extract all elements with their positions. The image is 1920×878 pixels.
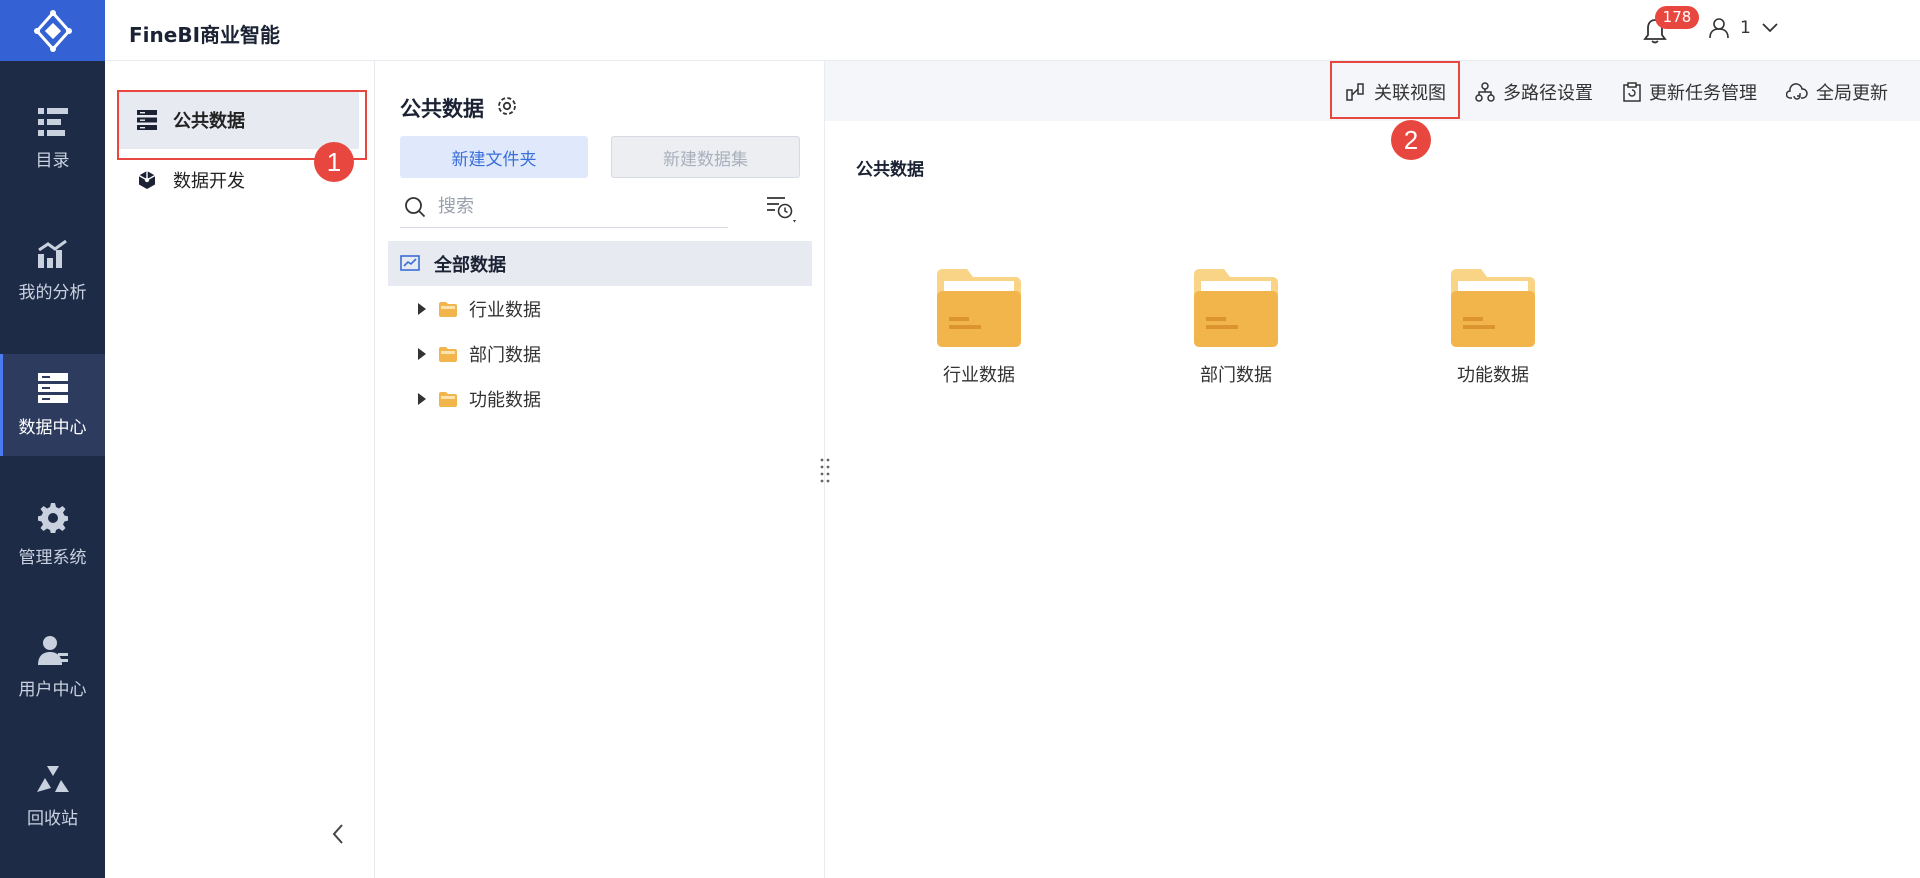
app-title: FineBI商业智能 (129, 23, 281, 47)
settings-gear-icon[interactable] (496, 95, 518, 117)
task-manage-button[interactable]: 更新任务管理 (1623, 79, 1757, 105)
sort-history-icon[interactable] (765, 195, 799, 225)
recycle-icon (36, 765, 69, 792)
rail-item-label: 回收站 (27, 808, 78, 829)
cube-icon (138, 171, 156, 189)
rail-item-label: 数据中心 (18, 417, 87, 438)
chevron-down-icon (1762, 23, 1778, 33)
rail-item-recycle[interactable]: 回收站 (0, 746, 105, 848)
app: 目录 我的分析 数据中心 管理系统 用户中心 回收站 FineBI商业智能 17… (0, 0, 1920, 878)
folder-icon (439, 301, 457, 317)
expand-caret-icon (418, 303, 426, 315)
tree-node-label: 行业数据 (469, 300, 541, 321)
main-rail: 目录 我的分析 数据中心 管理系统 用户中心 回收站 (0, 0, 105, 878)
folder-icon (1194, 269, 1278, 347)
folder-tile-label: 行业数据 (943, 365, 1015, 386)
tree-node-label: 部门数据 (469, 345, 541, 366)
folder-tile-label: 功能数据 (1457, 365, 1529, 386)
dashboard-icon (400, 254, 420, 271)
user-name: 1 (1740, 18, 1751, 38)
rail-item-catalog[interactable]: 目录 (0, 88, 105, 190)
folder-icon (439, 391, 457, 407)
data-center-menu: 公共数据 数据开发 (105, 61, 375, 878)
menu-item-label: 数据开发 (173, 171, 245, 192)
resize-handle-icon[interactable] (813, 455, 837, 485)
rail-item-data-center[interactable]: 数据中心 (0, 354, 105, 456)
rail-item-label: 目录 (35, 150, 70, 171)
notification-badge: 178 (1655, 6, 1699, 29)
collapse-panel-icon[interactable] (331, 823, 345, 845)
user-avatar-icon (1709, 18, 1729, 39)
logo-icon (33, 9, 72, 52)
tree-node[interactable]: 功能数据 (417, 379, 541, 419)
folder-tile[interactable]: 功能数据 (1438, 267, 1548, 387)
new-dataset-button: 新建数据集 (611, 136, 800, 178)
search-bar (400, 186, 728, 228)
content-title: 公共数据 (856, 160, 924, 180)
tree-root-all-data[interactable]: 全部数据 (388, 241, 812, 286)
step-marker-2: 2 (1391, 120, 1431, 160)
cloud-refresh-icon (1786, 83, 1808, 100)
folder-icon (1451, 269, 1535, 347)
new-folder-button[interactable]: 新建文件夹 (400, 136, 588, 178)
folder-icon (937, 269, 1021, 347)
search-input[interactable] (438, 196, 718, 217)
folder-icon (439, 346, 457, 362)
highlight-box-relation-view (1330, 61, 1460, 119)
rail-item-label: 用户中心 (18, 679, 87, 700)
multipath-settings-button[interactable]: 多路径设置 (1475, 79, 1593, 105)
tree-node[interactable]: 部门数据 (417, 334, 541, 374)
org-tree-icon (1475, 82, 1495, 102)
expand-caret-icon (418, 348, 426, 360)
data-center-icon (37, 372, 68, 403)
tree-title: 公共数据 (400, 97, 484, 121)
user-menu[interactable]: 1 (1708, 17, 1779, 39)
rail-item-user-center[interactable]: 用户中心 (0, 616, 105, 718)
tree-root-label: 全部数据 (434, 254, 506, 276)
multipath-settings-label: 多路径设置 (1503, 83, 1593, 104)
task-manage-label: 更新任务管理 (1649, 83, 1757, 104)
search-icon (405, 196, 426, 217)
step-marker-1: 1 (314, 142, 354, 182)
tree-node-label: 功能数据 (469, 390, 541, 411)
rail-item-admin[interactable]: 管理系统 (0, 484, 105, 586)
catalog-icon (37, 107, 68, 136)
expand-caret-icon (418, 393, 426, 405)
tree-node[interactable]: 行业数据 (417, 289, 541, 329)
clipboard-refresh-icon (1623, 82, 1641, 102)
folder-tile[interactable]: 行业数据 (924, 267, 1034, 387)
folder-tile-label: 部门数据 (1200, 365, 1272, 386)
gear-icon (37, 502, 68, 533)
global-update-label: 全局更新 (1816, 83, 1888, 104)
rail-item-analysis[interactable]: 我的分析 (0, 220, 105, 322)
user-icon (37, 635, 68, 665)
folder-tile[interactable]: 部门数据 (1181, 267, 1291, 387)
rail-item-label: 管理系统 (18, 547, 87, 568)
rail-item-label: 我的分析 (18, 282, 87, 303)
global-update-button[interactable]: 全局更新 (1786, 79, 1888, 105)
analysis-icon (37, 239, 67, 268)
data-tree-panel: 公共数据 新建文件夹 新建数据集 全部数据 (375, 61, 825, 878)
app-logo[interactable] (0, 0, 105, 61)
